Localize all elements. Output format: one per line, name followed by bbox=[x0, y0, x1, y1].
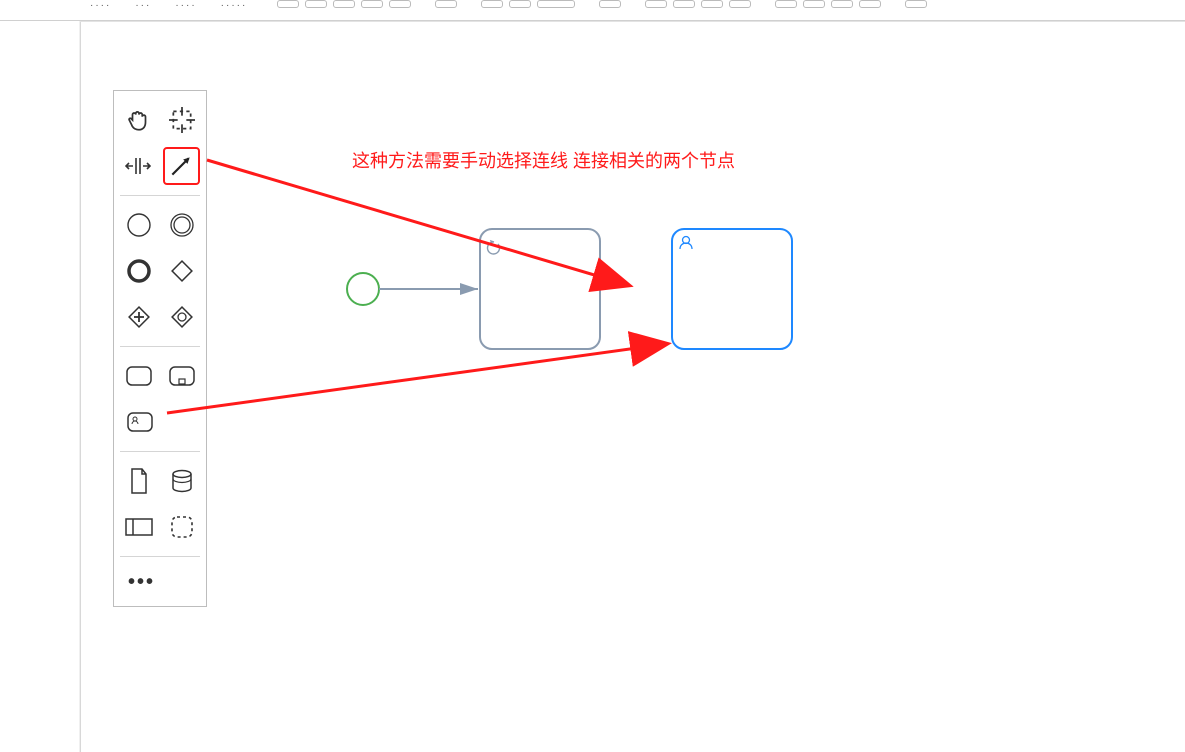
connect-tool[interactable] bbox=[163, 147, 200, 185]
toolbar-button[interactable] bbox=[775, 0, 797, 8]
end-event-tool[interactable] bbox=[120, 252, 157, 290]
annotation-arrow bbox=[167, 344, 666, 413]
more-tools[interactable]: ••• bbox=[128, 571, 155, 593]
intermediate-event-tool[interactable] bbox=[163, 206, 200, 244]
hand-tool[interactable] bbox=[120, 101, 157, 139]
menu-item[interactable]: ···· bbox=[175, 0, 196, 11]
toolbar-button[interactable] bbox=[599, 0, 621, 8]
dashed-rect-icon bbox=[169, 514, 195, 540]
toolbar-button[interactable] bbox=[277, 0, 299, 8]
top-toolbar: ···· ··· ···· ····· bbox=[0, 0, 1185, 21]
toolbar-button[interactable] bbox=[645, 0, 667, 8]
tool-palette: ••• bbox=[113, 90, 207, 607]
cylinder-icon bbox=[169, 468, 195, 494]
circle-double-icon bbox=[168, 211, 196, 239]
data-object-tool[interactable] bbox=[120, 462, 157, 500]
diamond-plus-icon bbox=[125, 303, 153, 331]
space-icon bbox=[125, 156, 151, 176]
data-store-tool[interactable] bbox=[163, 462, 200, 500]
circle-thick-icon bbox=[125, 257, 153, 285]
menu-item[interactable]: ····· bbox=[221, 0, 248, 11]
pool-icon bbox=[124, 516, 154, 538]
task-tool[interactable] bbox=[120, 357, 157, 395]
start-event-node[interactable] bbox=[347, 273, 379, 305]
task-node[interactable] bbox=[480, 229, 600, 349]
user-task-tool[interactable] bbox=[122, 403, 158, 441]
start-event-tool[interactable] bbox=[120, 206, 157, 244]
page-left-border bbox=[80, 21, 81, 752]
toolbar-button[interactable] bbox=[905, 0, 927, 8]
document-icon bbox=[128, 467, 150, 495]
connect-arrow-icon bbox=[168, 153, 194, 179]
toolbar-button[interactable] bbox=[673, 0, 695, 8]
page-top-border bbox=[80, 21, 1185, 22]
subprocess-icon bbox=[167, 364, 197, 388]
toolbar-button[interactable] bbox=[509, 0, 531, 8]
user-task-icon bbox=[125, 410, 155, 434]
toolbar-button[interactable] bbox=[333, 0, 355, 8]
toolbar-button[interactable] bbox=[481, 0, 503, 8]
gateway-tool[interactable] bbox=[163, 252, 200, 290]
diamond-circle-icon bbox=[168, 303, 196, 331]
pool-tool[interactable] bbox=[120, 508, 157, 546]
toolbar-button[interactable] bbox=[831, 0, 853, 8]
hand-icon bbox=[126, 107, 152, 133]
circle-thin-icon bbox=[125, 211, 153, 239]
user-task-node[interactable] bbox=[672, 229, 792, 349]
toolbar-button[interactable] bbox=[361, 0, 383, 8]
menu-item[interactable]: ···· bbox=[90, 0, 111, 11]
toolbar-button[interactable] bbox=[537, 0, 575, 8]
toolbar-button[interactable] bbox=[305, 0, 327, 8]
lasso-tool[interactable] bbox=[163, 101, 200, 139]
menu-labels: ···· ··· ···· ····· bbox=[90, 0, 247, 11]
space-tool[interactable] bbox=[120, 147, 157, 185]
rounded-rect-icon bbox=[124, 364, 154, 388]
toolbar-button[interactable] bbox=[729, 0, 751, 8]
annotation-text: 这种方法需要手动选择连线 连接相关的两个节点 bbox=[352, 147, 735, 173]
menu-item[interactable]: ··· bbox=[135, 0, 151, 11]
toolbar-button[interactable] bbox=[701, 0, 723, 8]
gateway-event-tool[interactable] bbox=[163, 298, 200, 336]
toolbar-button[interactable] bbox=[803, 0, 825, 8]
group-tool[interactable] bbox=[163, 508, 200, 546]
lasso-select-icon bbox=[169, 107, 195, 133]
subprocess-tool[interactable] bbox=[163, 357, 200, 395]
gateway-complex-tool[interactable] bbox=[120, 298, 157, 336]
diamond-icon bbox=[168, 257, 196, 285]
toolbar-button-group bbox=[277, 0, 927, 8]
toolbar-button[interactable] bbox=[859, 0, 881, 8]
toolbar-button[interactable] bbox=[435, 0, 457, 8]
toolbar-button[interactable] bbox=[389, 0, 411, 8]
